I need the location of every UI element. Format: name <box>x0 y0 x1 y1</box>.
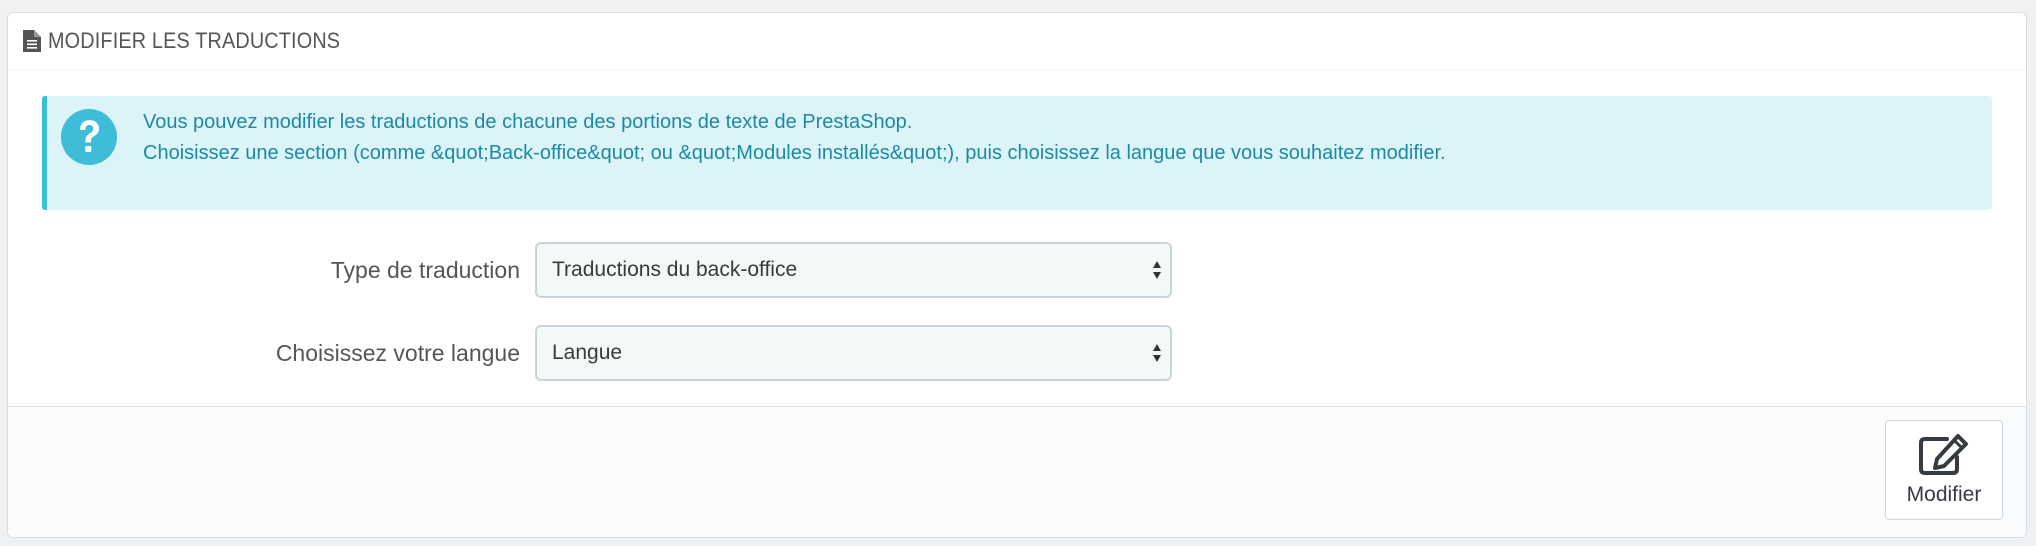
type-label: Type de traduction <box>330 257 520 283</box>
modifier-button-label: Modifier <box>1906 483 1982 506</box>
form-row-type: Type de traduction Traductions du back-o… <box>8 242 2026 298</box>
translations-panel: MODIFIER LES TRADUCTIONS Vous pouvez mod… <box>7 12 2027 538</box>
info-alert: Vous pouvez modifier les traductions de … <box>42 96 1992 210</box>
panel-footer: Modifier <box>8 406 2026 537</box>
panel-title: MODIFIER LES TRADUCTIONS <box>48 28 341 53</box>
select-arrows-icon <box>1153 261 1161 279</box>
select-arrows-icon <box>1153 344 1161 362</box>
question-circle-icon <box>61 109 117 165</box>
language-label: Choisissez votre langue <box>275 340 520 366</box>
modifier-button[interactable]: Modifier <box>1885 420 2003 520</box>
panel-heading: MODIFIER LES TRADUCTIONS <box>8 13 2026 70</box>
language-select[interactable]: Langue <box>535 325 1172 381</box>
type-select[interactable]: Traductions du back-office <box>535 242 1172 298</box>
type-select-value: Traductions du back-office <box>552 258 798 281</box>
edit-icon <box>1919 434 1968 475</box>
alert-line-1: Vous pouvez modifier les traductions de … <box>143 111 913 133</box>
form-row-language: Choisissez votre langue Langue <box>8 325 2026 381</box>
document-icon <box>23 30 41 52</box>
alert-line-2: Choisissez une section (comme &quot;Back… <box>143 142 1446 164</box>
language-select-value: Langue <box>552 341 623 364</box>
